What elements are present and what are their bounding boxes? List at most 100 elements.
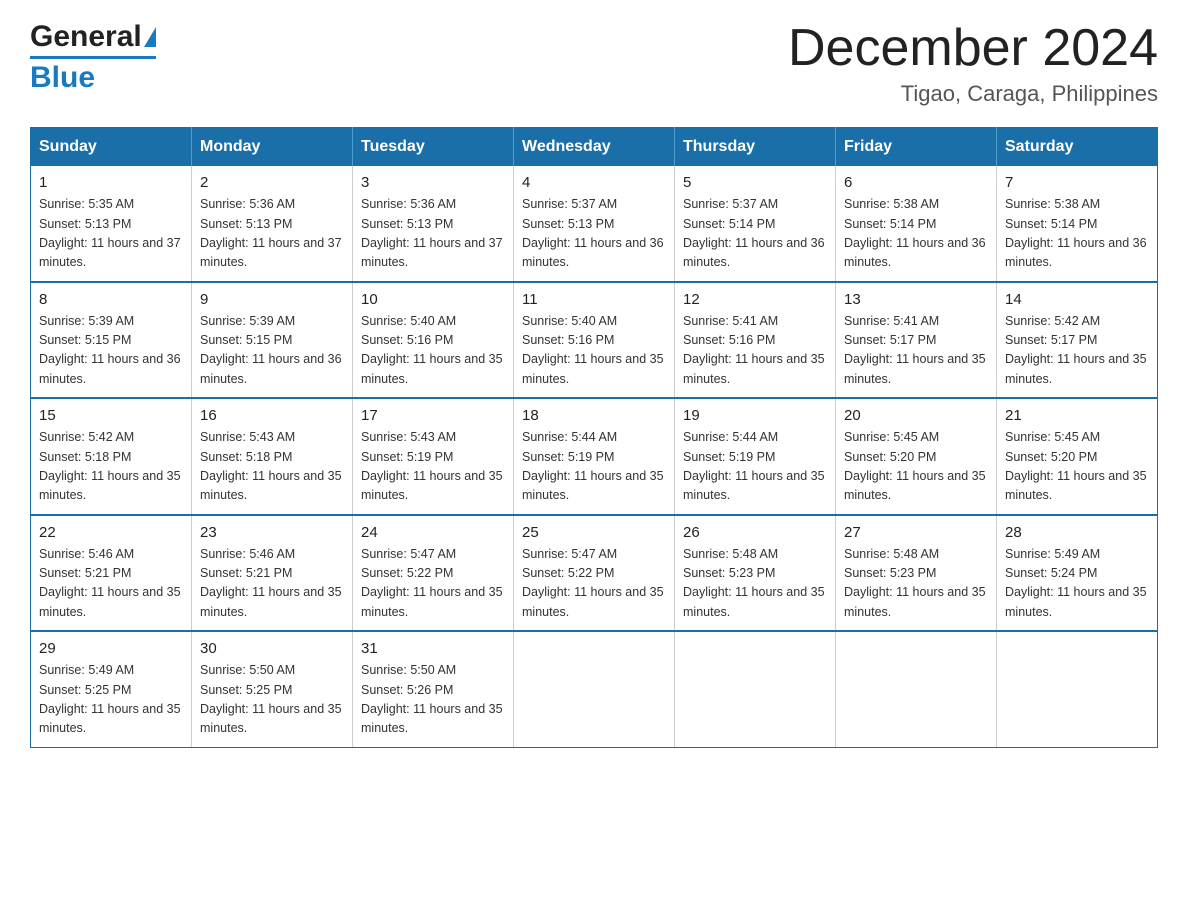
calendar-cell: 24 Sunrise: 5:47 AMSunset: 5:22 PMDayligh…	[353, 515, 514, 632]
calendar-cell: 5 Sunrise: 5:37 AMSunset: 5:14 PMDaylight…	[675, 166, 836, 282]
day-number: 8	[39, 291, 183, 308]
day-info: Sunrise: 5:39 AMSunset: 5:15 PMDaylight:…	[39, 312, 183, 390]
calendar-cell: 28Sunrise: 5:49 AMSunset: 5:24 PMDayligh…	[997, 515, 1158, 632]
day-number: 22	[39, 524, 183, 541]
calendar-cell: 17 Sunrise: 5:43 AMSunset: 5:19 PMDayligh…	[353, 398, 514, 515]
day-number: 30	[200, 640, 344, 657]
day-number: 2	[200, 174, 344, 191]
calendar-cell: 29 Sunrise: 5:49 AMSunset: 5:25 PMDayligh…	[31, 631, 192, 747]
calendar-cell: 9Sunrise: 5:39 AMSunset: 5:15 PMDaylight…	[192, 282, 353, 399]
logo-blue-text: Blue	[30, 56, 156, 95]
logo-general-text: General	[30, 20, 142, 54]
calendar-cell: 22 Sunrise: 5:46 AMSunset: 5:21 PMDayligh…	[31, 515, 192, 632]
calendar-cell: 8 Sunrise: 5:39 AMSunset: 5:15 PMDaylight…	[31, 282, 192, 399]
calendar-header-thursday: Thursday	[675, 128, 836, 167]
day-number: 11	[522, 291, 666, 308]
day-number: 31	[361, 640, 505, 657]
day-number: 5	[683, 174, 827, 191]
day-number: 27	[844, 524, 988, 541]
day-number: 26	[683, 524, 827, 541]
calendar-week-row: 1Sunrise: 5:35 AMSunset: 5:13 PMDaylight…	[31, 166, 1158, 282]
calendar-cell: 16 Sunrise: 5:43 AMSunset: 5:18 PMDayligh…	[192, 398, 353, 515]
day-number: 9	[200, 291, 344, 308]
day-info: Sunrise: 5:37 AMSunset: 5:14 PMDaylight:…	[683, 195, 827, 273]
logo-triangle-icon	[144, 27, 156, 47]
day-info: Sunrise: 5:42 AMSunset: 5:17 PMDaylight:…	[1005, 312, 1149, 390]
main-title: December 2024	[788, 20, 1158, 77]
calendar-header-tuesday: Tuesday	[353, 128, 514, 167]
day-info: Sunrise: 5:47 AMSunset: 5:22 PMDaylight:…	[522, 545, 666, 623]
day-info: Sunrise: 5:45 AMSunset: 5:20 PMDaylight:…	[844, 428, 988, 506]
calendar-cell: 7 Sunrise: 5:38 AMSunset: 5:14 PMDaylight…	[997, 166, 1158, 282]
calendar-cell: 30 Sunrise: 5:50 AMSunset: 5:25 PMDayligh…	[192, 631, 353, 747]
day-number: 3	[361, 174, 505, 191]
day-number: 24	[361, 524, 505, 541]
day-number: 23	[200, 524, 344, 541]
day-info: Sunrise: 5:49 AMSunset: 5:25 PMDaylight:…	[39, 661, 183, 739]
day-number: 18	[522, 407, 666, 424]
day-info: Sunrise: 5:47 AMSunset: 5:22 PMDaylight:…	[361, 545, 505, 623]
day-number: 12	[683, 291, 827, 308]
day-number: 7	[1005, 174, 1149, 191]
day-number: 21	[1005, 407, 1149, 424]
title-area: December 2024 Tigao, Caraga, Philippines	[788, 20, 1158, 107]
calendar-table: SundayMondayTuesdayWednesdayThursdayFrid…	[30, 127, 1158, 748]
day-number: 15	[39, 407, 183, 424]
day-info: Sunrise: 5:42 AMSunset: 5:18 PMDaylight:…	[39, 428, 183, 506]
calendar-cell: 10Sunrise: 5:40 AMSunset: 5:16 PMDayligh…	[353, 282, 514, 399]
day-info: Sunrise: 5:38 AMSunset: 5:14 PMDaylight:…	[844, 195, 988, 273]
subtitle: Tigao, Caraga, Philippines	[788, 81, 1158, 107]
day-info: Sunrise: 5:44 AMSunset: 5:19 PMDaylight:…	[522, 428, 666, 506]
calendar-cell: 11Sunrise: 5:40 AMSunset: 5:16 PMDayligh…	[514, 282, 675, 399]
calendar-header-sunday: Sunday	[31, 128, 192, 167]
day-number: 17	[361, 407, 505, 424]
day-info: Sunrise: 5:43 AMSunset: 5:19 PMDaylight:…	[361, 428, 505, 506]
calendar-week-row: 29 Sunrise: 5:49 AMSunset: 5:25 PMDayligh…	[31, 631, 1158, 747]
day-number: 13	[844, 291, 988, 308]
day-number: 20	[844, 407, 988, 424]
calendar-cell: 21 Sunrise: 5:45 AMSunset: 5:20 PMDayligh…	[997, 398, 1158, 515]
calendar-cell: 15 Sunrise: 5:42 AMSunset: 5:18 PMDayligh…	[31, 398, 192, 515]
calendar-cell	[997, 631, 1158, 747]
day-number: 4	[522, 174, 666, 191]
calendar-cell: 13 Sunrise: 5:41 AMSunset: 5:17 PMDayligh…	[836, 282, 997, 399]
calendar-header-friday: Friday	[836, 128, 997, 167]
day-info: Sunrise: 5:38 AMSunset: 5:14 PMDaylight:…	[1005, 195, 1149, 273]
calendar-header-wednesday: Wednesday	[514, 128, 675, 167]
day-info: Sunrise: 5:41 AMSunset: 5:16 PMDaylight:…	[683, 312, 827, 390]
day-info: Sunrise: 5:43 AMSunset: 5:18 PMDaylight:…	[200, 428, 344, 506]
day-info: Sunrise: 5:45 AMSunset: 5:20 PMDaylight:…	[1005, 428, 1149, 506]
calendar-cell: 1Sunrise: 5:35 AMSunset: 5:13 PMDaylight…	[31, 166, 192, 282]
calendar-cell: 3 Sunrise: 5:36 AMSunset: 5:13 PMDaylight…	[353, 166, 514, 282]
calendar-cell: 20 Sunrise: 5:45 AMSunset: 5:20 PMDayligh…	[836, 398, 997, 515]
calendar-cell: 4Sunrise: 5:37 AMSunset: 5:13 PMDaylight…	[514, 166, 675, 282]
day-number: 29	[39, 640, 183, 657]
day-info: Sunrise: 5:50 AMSunset: 5:25 PMDaylight:…	[200, 661, 344, 739]
day-info: Sunrise: 5:40 AMSunset: 5:16 PMDaylight:…	[361, 312, 505, 390]
calendar-header-saturday: Saturday	[997, 128, 1158, 167]
calendar-cell: 6Sunrise: 5:38 AMSunset: 5:14 PMDaylight…	[836, 166, 997, 282]
day-info: Sunrise: 5:36 AMSunset: 5:13 PMDaylight:…	[361, 195, 505, 273]
calendar-cell: 31 Sunrise: 5:50 AMSunset: 5:26 PMDayligh…	[353, 631, 514, 747]
day-info: Sunrise: 5:46 AMSunset: 5:21 PMDaylight:…	[39, 545, 183, 623]
day-info: Sunrise: 5:36 AMSunset: 5:13 PMDaylight:…	[200, 195, 344, 273]
calendar-cell: 25Sunrise: 5:47 AMSunset: 5:22 PMDayligh…	[514, 515, 675, 632]
day-number: 19	[683, 407, 827, 424]
calendar-header-row: SundayMondayTuesdayWednesdayThursdayFrid…	[31, 128, 1158, 167]
calendar-cell	[675, 631, 836, 747]
day-info: Sunrise: 5:41 AMSunset: 5:17 PMDaylight:…	[844, 312, 988, 390]
calendar-cell: 26 Sunrise: 5:48 AMSunset: 5:23 PMDayligh…	[675, 515, 836, 632]
calendar-cell	[514, 631, 675, 747]
calendar-cell: 19Sunrise: 5:44 AMSunset: 5:19 PMDayligh…	[675, 398, 836, 515]
day-number: 28	[1005, 524, 1149, 541]
calendar-cell: 12 Sunrise: 5:41 AMSunset: 5:16 PMDayligh…	[675, 282, 836, 399]
day-number: 16	[200, 407, 344, 424]
calendar-cell: 2 Sunrise: 5:36 AMSunset: 5:13 PMDaylight…	[192, 166, 353, 282]
day-number: 14	[1005, 291, 1149, 308]
day-info: Sunrise: 5:48 AMSunset: 5:23 PMDaylight:…	[683, 545, 827, 623]
day-info: Sunrise: 5:50 AMSunset: 5:26 PMDaylight:…	[361, 661, 505, 739]
calendar-cell: 14 Sunrise: 5:42 AMSunset: 5:17 PMDayligh…	[997, 282, 1158, 399]
calendar-cell: 27 Sunrise: 5:48 AMSunset: 5:23 PMDayligh…	[836, 515, 997, 632]
calendar-cell	[836, 631, 997, 747]
day-info: Sunrise: 5:48 AMSunset: 5:23 PMDaylight:…	[844, 545, 988, 623]
